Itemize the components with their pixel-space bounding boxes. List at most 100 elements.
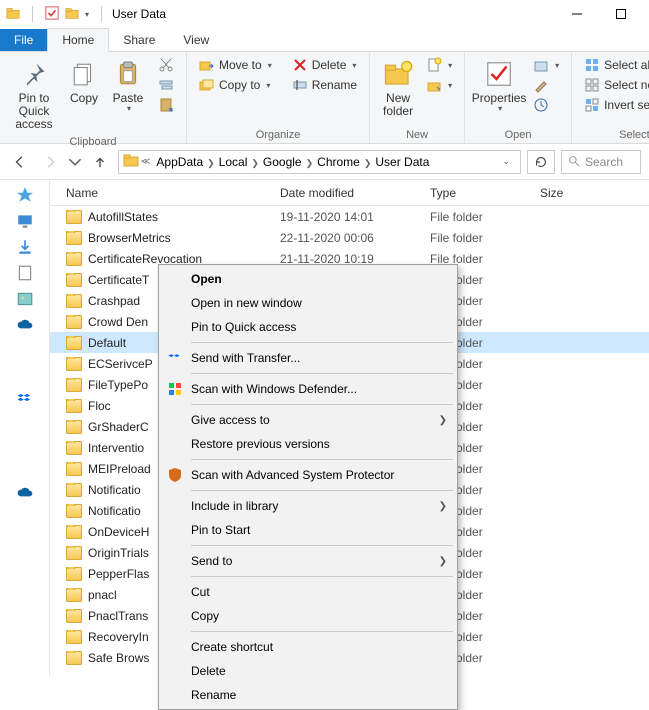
ctx-open-new-window[interactable]: Open in new window <box>161 291 455 315</box>
pin-to-quick-access-button[interactable]: Pin to Quick access <box>8 56 60 134</box>
recent-locations-button[interactable] <box>68 150 82 174</box>
file-date: 22-11-2020 00:06 <box>280 231 430 245</box>
folder-icon <box>66 357 82 371</box>
file-name: Safe Brows <box>88 651 149 665</box>
new-item-button[interactable]: ▾ <box>422 56 456 74</box>
delete-button[interactable]: Delete▾ <box>288 56 361 74</box>
qat-folder-icon[interactable] <box>65 6 79 23</box>
breadcrumb-user data[interactable]: User Data <box>371 155 433 169</box>
ctx-pin-start[interactable]: Pin to Start <box>161 518 455 542</box>
select-none-icon <box>584 77 600 93</box>
search-input[interactable]: Search <box>561 150 641 174</box>
breadcrumb-appdata[interactable]: AppData <box>152 155 207 169</box>
file-name: GrShaderC <box>88 420 149 434</box>
breadcrumb-google[interactable]: Google <box>259 155 306 169</box>
easy-access-button[interactable]: ▾ <box>422 76 456 94</box>
tab-file[interactable]: File <box>0 29 47 51</box>
invert-selection-icon <box>584 97 600 113</box>
ctx-cut[interactable]: Cut <box>161 580 455 604</box>
folder-icon <box>66 588 82 602</box>
onedrive2-icon[interactable] <box>16 484 34 502</box>
rename-button[interactable]: Rename <box>288 76 361 94</box>
ctx-restore-versions[interactable]: Restore previous versions <box>161 432 455 456</box>
group-new: New folder ▾ ▾ New <box>370 52 465 143</box>
delete-icon <box>292 57 308 73</box>
ctx-delete[interactable]: Delete <box>161 659 455 683</box>
easy-access-icon <box>426 77 442 93</box>
properties-button[interactable]: Properties▾ <box>473 56 525 116</box>
ctx-give-access[interactable]: Give access to❯ <box>161 408 455 432</box>
maximize-button[interactable] <box>599 0 643 28</box>
back-button[interactable] <box>8 150 32 174</box>
desktop-icon[interactable] <box>16 212 34 230</box>
ctx-pin-quick-access[interactable]: Pin to Quick access <box>161 315 455 339</box>
copy-icon <box>68 58 100 90</box>
file-row[interactable]: BrowserMetrics22-11-2020 00:06File folde… <box>50 227 649 248</box>
chevron-right-icon: ❯ <box>251 158 259 168</box>
address-dropdown-icon[interactable]: ⌄ <box>496 156 516 167</box>
file-name: MEIPreload <box>88 462 151 476</box>
select-none-button[interactable]: Select none <box>580 76 649 94</box>
folder-icon <box>66 252 82 266</box>
up-button[interactable] <box>88 150 112 174</box>
ctx-create-shortcut[interactable]: Create shortcut <box>161 635 455 659</box>
file-name: Crashpad <box>88 294 140 308</box>
file-row[interactable]: AutofillStates19-11-2020 14:01File folde… <box>50 206 649 227</box>
ctx-send-to[interactable]: Send to❯ <box>161 549 455 573</box>
file-name: AutofillStates <box>88 210 158 224</box>
downloads-icon[interactable] <box>16 238 34 256</box>
file-name: RecoveryIn <box>88 630 149 644</box>
column-date[interactable]: Date modified <box>280 186 430 200</box>
tab-view[interactable]: View <box>169 29 223 51</box>
tab-home[interactable]: Home <box>47 28 109 52</box>
breadcrumb-local[interactable]: Local <box>215 155 252 169</box>
title-bar: ▾ User Data <box>0 0 649 28</box>
column-headers[interactable]: Name Date modified Type Size <box>50 180 649 206</box>
paste-icon <box>112 58 144 90</box>
folder-icon <box>66 546 82 560</box>
ribbon: Pin to Quick access Copy Paste▾ Clipboar… <box>0 52 649 144</box>
select-all-icon <box>584 57 600 73</box>
new-folder-icon <box>382 58 414 90</box>
paste-shortcut-button[interactable] <box>154 96 178 114</box>
ctx-open[interactable]: Open <box>161 267 455 291</box>
ctx-copy[interactable]: Copy <box>161 604 455 628</box>
breadcrumb-chrome[interactable]: Chrome <box>313 155 364 169</box>
pictures-icon[interactable] <box>16 290 34 308</box>
folder-icon <box>66 525 82 539</box>
history-small-button[interactable] <box>529 96 563 114</box>
move-to-button[interactable]: Move to▾ <box>195 56 276 74</box>
invert-selection-button[interactable]: Invert selection <box>580 96 649 114</box>
cut-button[interactable] <box>154 56 178 74</box>
column-name[interactable]: Name <box>50 186 280 200</box>
address-bar[interactable]: ≪ AppData❯Local❯Google❯Chrome❯User Data … <box>118 150 521 174</box>
ctx-send-transfer[interactable]: Send with Transfer... <box>161 346 455 370</box>
ctx-asp-scan[interactable]: Scan with Advanced System Protector <box>161 463 455 487</box>
qat-dropdown-icon[interactable]: ▾ <box>85 10 89 19</box>
copy-path-button[interactable] <box>154 76 178 94</box>
refresh-button[interactable] <box>527 150 555 174</box>
copy-button[interactable]: Copy <box>64 56 104 107</box>
dropbox-icon[interactable] <box>16 390 34 408</box>
new-folder-button[interactable]: New folder <box>378 56 418 120</box>
open-small-button[interactable]: ▾ <box>529 56 563 74</box>
file-name: Crowd Den <box>88 315 148 329</box>
qat-checkbox-icon[interactable] <box>45 6 59 23</box>
ctx-windows-defender[interactable]: Scan with Windows Defender... <box>161 377 455 401</box>
documents-icon[interactable] <box>16 264 34 282</box>
quick-access-icon[interactable] <box>16 186 34 204</box>
onedrive-icon[interactable] <box>16 316 34 334</box>
select-all-button[interactable]: Select all <box>580 56 649 74</box>
ctx-include-library[interactable]: Include in library❯ <box>161 494 455 518</box>
tab-share[interactable]: Share <box>109 29 169 51</box>
column-type[interactable]: Type <box>430 186 540 200</box>
copy-to-button[interactable]: Copy to▾ <box>195 76 276 94</box>
edit-small-button[interactable] <box>529 76 563 94</box>
minimize-button[interactable] <box>555 0 599 28</box>
ctx-rename[interactable]: Rename <box>161 683 455 707</box>
paste-button[interactable]: Paste▾ <box>108 56 148 116</box>
column-size[interactable]: Size <box>540 186 649 200</box>
file-name: PnaclTrans <box>88 609 148 623</box>
forward-button[interactable] <box>38 150 62 174</box>
chevron-right-icon: ❯ <box>439 501 447 512</box>
